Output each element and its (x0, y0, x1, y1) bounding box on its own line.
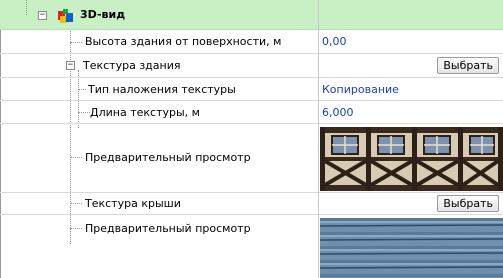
height-value[interactable]: 0,00 (322, 35, 347, 48)
property-label: Текстура здания (83, 59, 181, 72)
property-row-building-texture[interactable]: − Текстура здания Выбрать (0, 55, 503, 78)
property-label: Текстура крыши (85, 197, 181, 210)
property-label: Высота здания от поверхности, м (85, 35, 282, 48)
3d-blocks-icon (58, 9, 73, 23)
property-row-texture-length[interactable]: Длина текстуры, м 6,000 (0, 102, 503, 124)
building-texture-preview (320, 127, 503, 191)
section-header-3d[interactable]: − 3D-вид (0, 0, 503, 30)
property-label: Предварительный просмотр (85, 222, 251, 235)
property-row-roof-preview: Предварительный просмотр (0, 216, 503, 278)
property-row-roof-texture[interactable]: Текстура крыши Выбрать (0, 193, 503, 215)
roof-tiles-image (320, 218, 503, 278)
property-label: Длина текстуры, м (90, 106, 200, 119)
property-label: Предварительный просмотр (85, 151, 251, 164)
property-row-building-preview: Предварительный просмотр (0, 125, 503, 193)
property-label: Тип наложения текстуры (88, 83, 236, 96)
collapse-section-toggle[interactable]: − (38, 11, 47, 20)
half-timbered-wall-image (320, 127, 503, 191)
texture-mode-value[interactable]: Копирование (322, 83, 399, 96)
property-row-height[interactable]: Высота здания от поверхности, м 0,00 (0, 31, 503, 54)
property-row-texture-mode[interactable]: Тип наложения текстуры Копирование (0, 79, 503, 101)
roof-texture-preview (320, 218, 503, 278)
select-roof-texture-button[interactable]: Выбрать (437, 195, 499, 212)
property-grid: − 3D-вид Высота здания от поверхности, м… (0, 0, 503, 278)
select-building-texture-button[interactable]: Выбрать (437, 57, 499, 74)
column-divider[interactable] (318, 0, 319, 278)
texture-length-value[interactable]: 6,000 (322, 106, 354, 119)
section-title: 3D-вид (80, 8, 126, 21)
tree-line (26, 0, 27, 15)
collapse-texture-toggle[interactable]: − (66, 61, 75, 70)
